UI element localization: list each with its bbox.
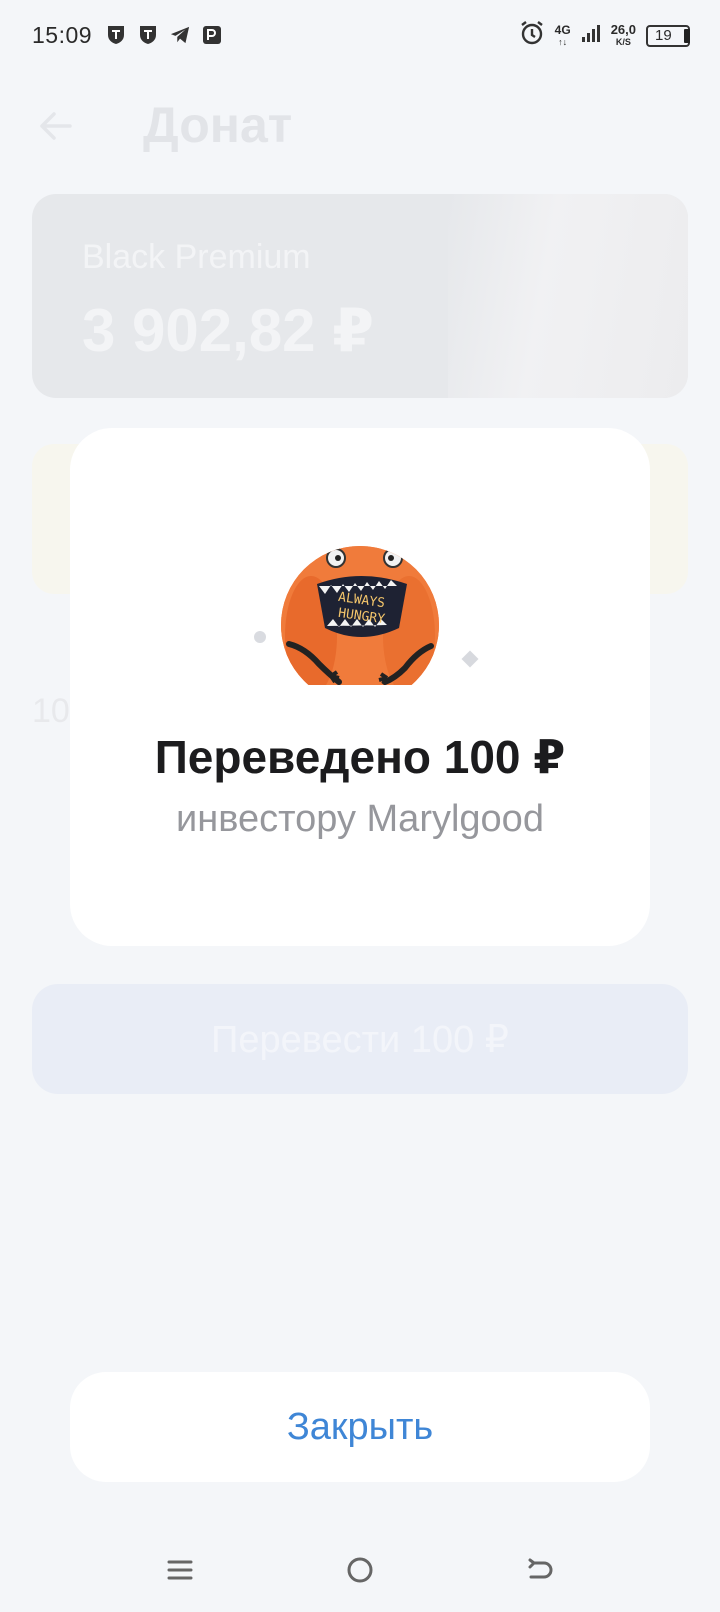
menu-icon[interactable] xyxy=(160,1550,200,1590)
alarm-icon xyxy=(519,20,545,51)
page-title: Донат xyxy=(143,97,293,153)
parking-app-icon xyxy=(202,24,222,46)
account-card[interactable]: Black Premium 3 902,82 ₽ xyxy=(32,194,688,398)
hint-left: 10 xyxy=(32,692,70,730)
modal-subtitle: инвестору Marylgood xyxy=(176,798,544,840)
account-balance: 3 902,82 ₽ xyxy=(82,297,374,364)
telegram-icon xyxy=(170,24,190,46)
success-modal: ALWAYS HUNGRY Переведено 100 ₽ инвестору… xyxy=(70,428,650,946)
status-bar: 15:09 4G ↑↓ 26,0 K/S 19 xyxy=(0,0,720,72)
decorative-dot xyxy=(254,631,266,643)
tinkoff-shield-icon xyxy=(106,24,126,46)
home-icon[interactable] xyxy=(340,1550,380,1590)
screen: 15:09 4G ↑↓ 26,0 K/S 19 Донат Black Prem… xyxy=(0,0,720,1612)
battery-indicator: 19 xyxy=(646,24,690,47)
network-type: 4G ↑↓ xyxy=(554,22,571,47)
investor-avatar: ALWAYS HUNGRY xyxy=(281,546,439,686)
back-icon[interactable] xyxy=(520,1550,560,1590)
system-icons: 4G ↑↓ 26,0 K/S 19 xyxy=(519,20,690,51)
tinkoff-shield-icon xyxy=(138,24,158,46)
system-nav-bar xyxy=(0,1540,720,1612)
transfer-button[interactable]: Перевести 100 ₽ xyxy=(32,984,688,1094)
signal-icon xyxy=(581,23,601,48)
close-button[interactable]: Закрыть xyxy=(70,1372,650,1482)
notification-icons xyxy=(106,24,222,46)
back-arrow-icon[interactable] xyxy=(36,106,76,146)
modal-title: Переведено 100 ₽ xyxy=(154,731,566,783)
decorative-diamond xyxy=(461,650,479,668)
account-name: Black Premium xyxy=(82,238,311,276)
monster-avatar-image: ALWAYS HUNGRY xyxy=(281,546,439,686)
status-time: 15:09 xyxy=(32,22,93,48)
network-speed: 26,0 K/S xyxy=(610,21,636,47)
